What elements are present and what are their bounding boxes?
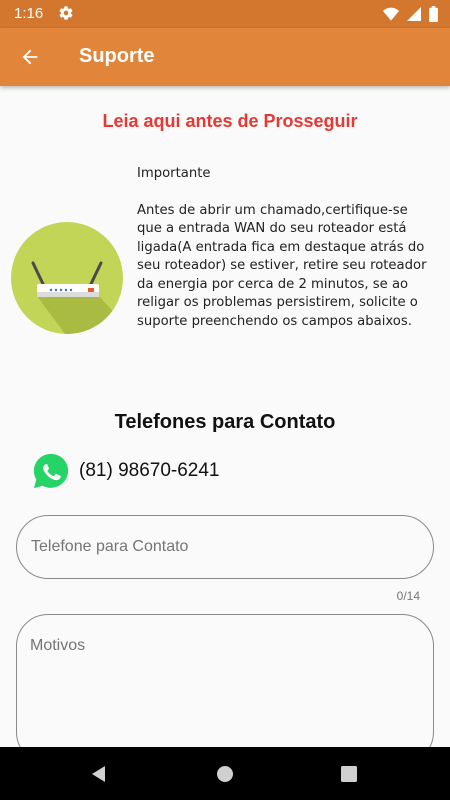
warning-title: Leia aqui antes de Prosseguir — [102, 111, 358, 131]
contact-phone[interactable]: (81) 98670-6241 — [79, 460, 220, 482]
page-title: Suporte — [79, 45, 155, 67]
back-button[interactable] — [14, 41, 46, 73]
status-bar: 1:16 — [0, 0, 450, 28]
reasons-input[interactable] — [16, 614, 434, 764]
nav-back-button[interactable] — [88, 763, 110, 785]
nav-home-button[interactable] — [214, 763, 236, 785]
wifi-icon — [383, 7, 399, 21]
back-triangle-icon — [92, 766, 105, 782]
gear-icon — [59, 6, 73, 20]
recents-square-icon — [341, 766, 357, 782]
status-icons — [383, 5, 438, 23]
character-counter: 0/14 — [396, 589, 420, 603]
contact-phone-input[interactable] — [16, 515, 434, 579]
home-circle-icon — [217, 766, 233, 782]
app-bar: Suporte — [0, 28, 450, 86]
whatsapp-contact[interactable]: (81) 98670-6241 — [32, 452, 220, 490]
contact-heading: Telefones para Contato — [114, 411, 336, 433]
cell-signal-icon — [407, 7, 421, 21]
arrow-left-icon — [22, 49, 38, 65]
info-block: Importante Antes de abrir um chamado,cer… — [137, 165, 433, 331]
nav-recents-button[interactable] — [338, 763, 360, 785]
router-icon — [11, 222, 123, 334]
navigation-bar — [0, 747, 450, 800]
battery-icon — [429, 6, 438, 22]
status-time: 1:16 — [14, 5, 44, 22]
info-heading: Importante — [137, 166, 211, 181]
whatsapp-icon — [33, 453, 69, 489]
info-body: Antes de abrir um chamado,certifique-se … — [137, 202, 427, 329]
